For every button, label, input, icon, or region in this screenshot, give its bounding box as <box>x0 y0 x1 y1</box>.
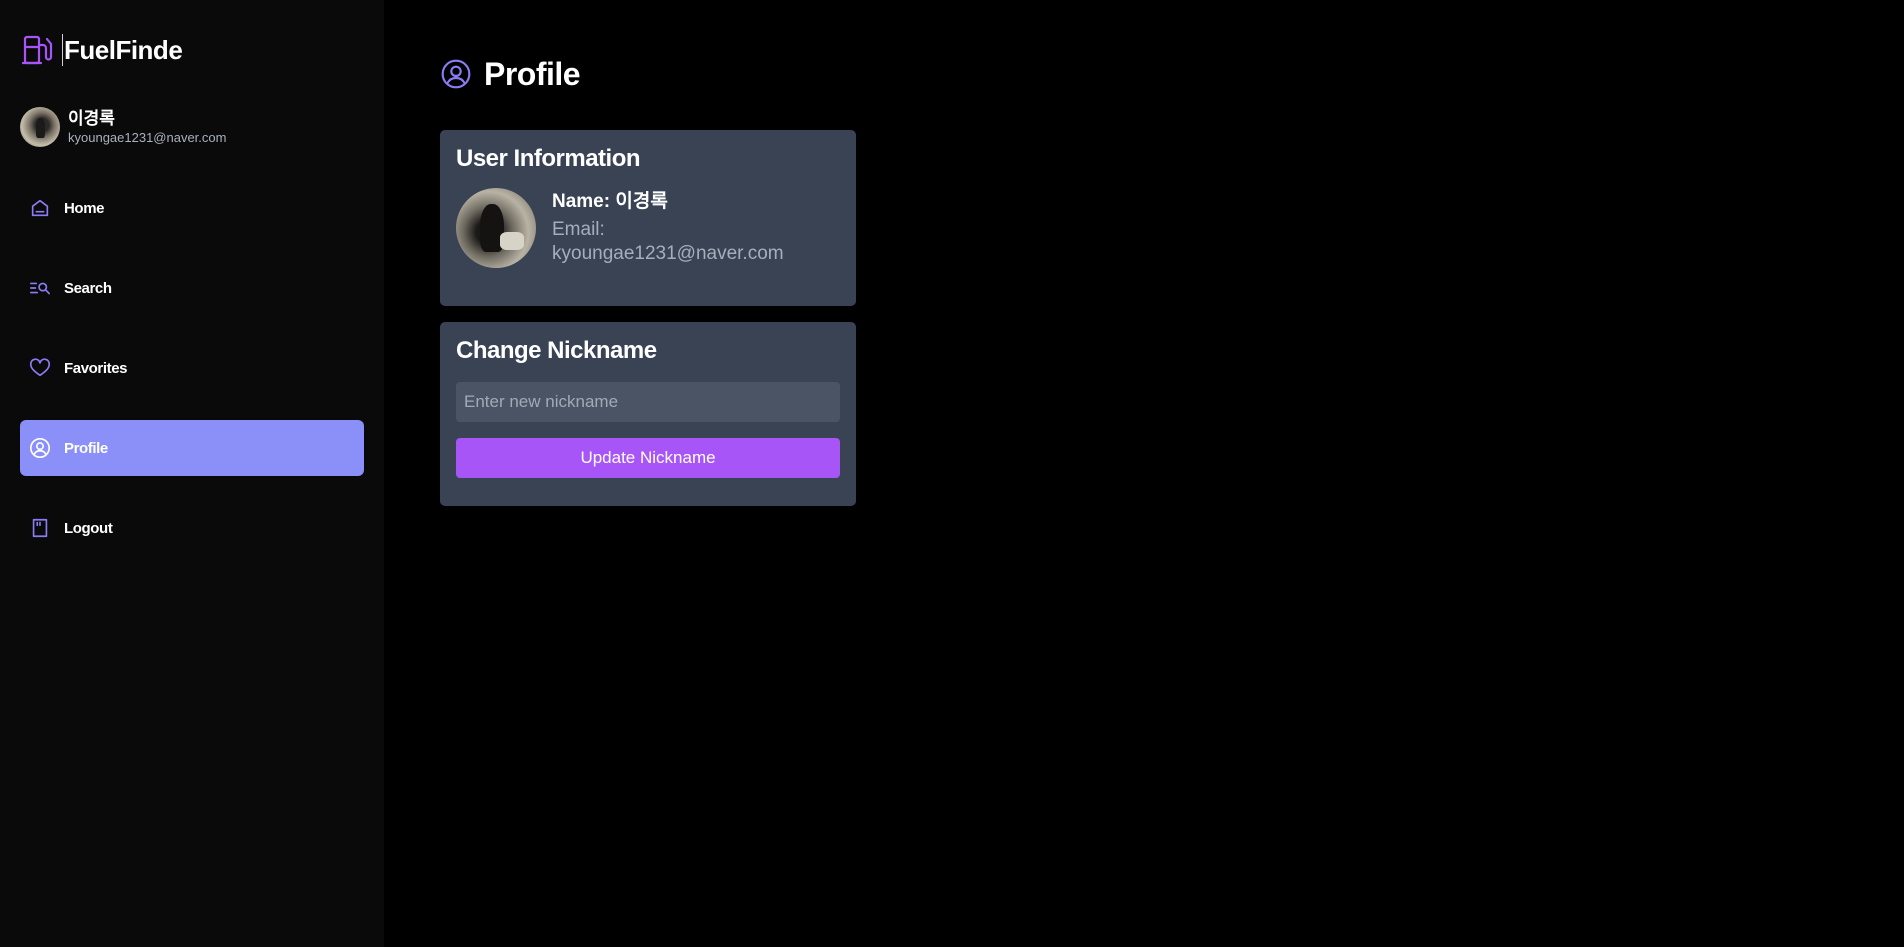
sidebar-user: 이경록 kyoungae1231@naver.com <box>20 106 364 148</box>
search-list-icon <box>30 282 50 295</box>
sidebar-user-name: 이경록 <box>68 108 115 128</box>
sidebar-nav: Home Search Favorites Profile Logout <box>20 180 364 556</box>
door-icon <box>32 518 48 538</box>
fuel-pump-icon <box>22 35 53 65</box>
sidebar-item-label: Profile <box>64 439 108 457</box>
sidebar: FuelFinde 이경록 kyoungae1231@naver.com Hom… <box>0 0 384 947</box>
brand[interactable]: FuelFinde <box>20 26 364 74</box>
page-title: Profile <box>484 55 581 92</box>
user-info-name: Name: 이경록 <box>552 190 840 214</box>
sidebar-item-label: Home <box>64 199 105 217</box>
profile-avatar <box>456 188 536 268</box>
heart-icon <box>29 358 51 377</box>
avatar <box>20 107 60 147</box>
sidebar-item-logout[interactable]: Logout <box>20 500 364 556</box>
page-header: Profile <box>440 54 1904 94</box>
sidebar-item-home[interactable]: Home <box>20 180 364 236</box>
sidebar-item-label: Favorites <box>64 359 128 377</box>
user-circle-icon <box>30 438 50 458</box>
home-icon <box>31 199 49 217</box>
sidebar-user-email: kyoungae1231@naver.com <box>68 129 227 145</box>
user-information-card: User Information Name: 이경록 Email: kyoung… <box>440 130 856 306</box>
card-title: User Information <box>456 145 641 172</box>
email-value: kyoungae1231@naver.com <box>552 243 784 264</box>
change-nickname-card: Change Nickname Update Nickname <box>440 322 856 506</box>
text-caret <box>62 34 63 66</box>
sidebar-item-search[interactable]: Search <box>20 260 364 316</box>
card-title: Change Nickname <box>456 337 657 364</box>
user-info-row: Name: 이경록 Email: kyoungae1231@naver.com <box>456 188 840 268</box>
sidebar-item-profile[interactable]: Profile <box>20 420 364 476</box>
sidebar-item-favorites[interactable]: Favorites <box>20 340 364 396</box>
nickname-input[interactable] <box>456 382 840 422</box>
brand-name: FuelFinde <box>64 34 183 65</box>
sidebar-item-label: Logout <box>64 519 113 537</box>
app-root: FuelFinde 이경록 kyoungae1231@naver.com Hom… <box>0 0 1904 947</box>
name-label: Name: <box>552 191 611 212</box>
main-content: Profile User Information Name: 이경록 Email… <box>384 0 1904 947</box>
update-nickname-button[interactable]: Update Nickname <box>456 438 840 478</box>
sidebar-user-text: 이경록 kyoungae1231@naver.com <box>68 109 226 146</box>
user-circle-icon <box>441 59 471 89</box>
email-label: Email: <box>552 219 605 240</box>
name-value: 이경록 <box>615 191 668 212</box>
user-info-email: Email: kyoungae1231@naver.com <box>552 218 840 266</box>
user-info-text: Name: 이경록 Email: kyoungae1231@naver.com <box>552 190 840 266</box>
sidebar-item-label: Search <box>64 279 112 297</box>
